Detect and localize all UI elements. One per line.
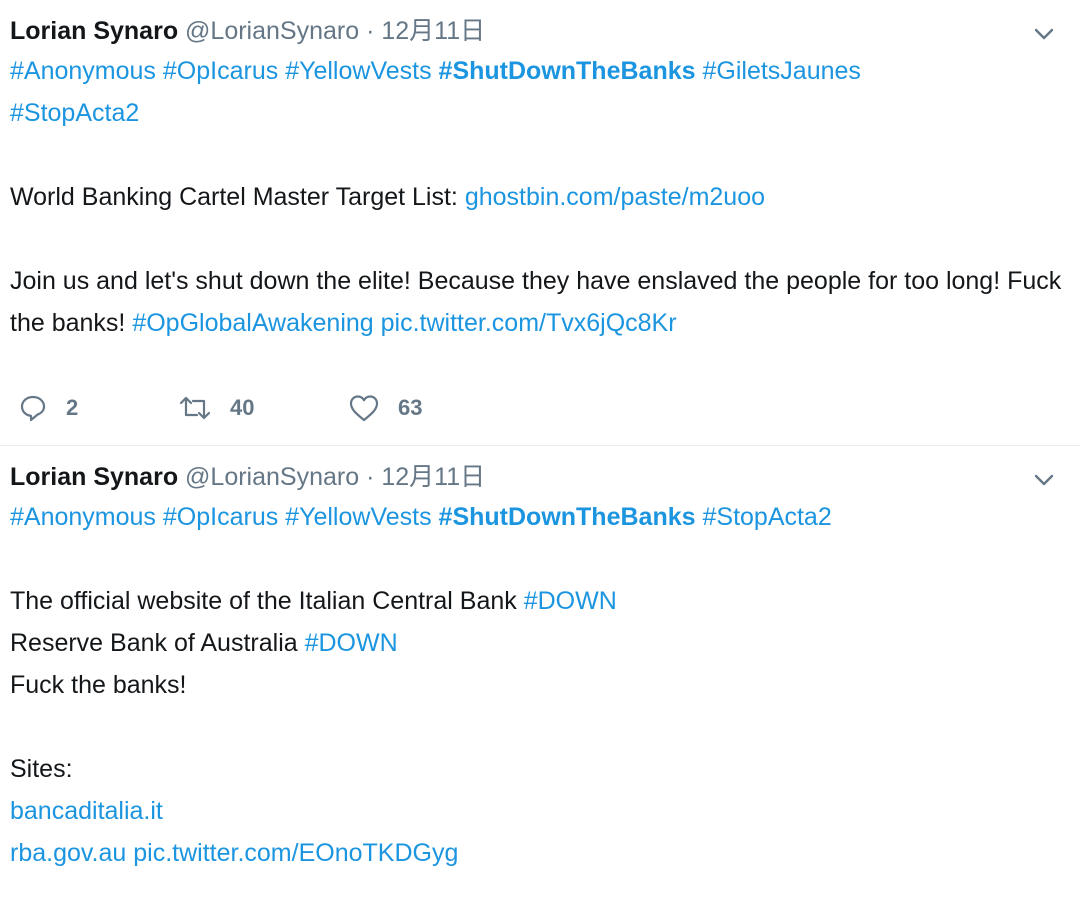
- tweet-text: #Anonymous #OpIcarus #YellowVests #ShutD…: [10, 50, 1070, 344]
- tweet-header: Lorian Synaro @LorianSynaro · 12月11日: [10, 458, 1070, 496]
- hashtag-line: #Anonymous #OpIcarus #YellowVests #ShutD…: [10, 50, 1070, 92]
- author-name[interactable]: Lorian Synaro: [10, 17, 178, 45]
- pic-link[interactable]: pic.twitter.com/EOnoTKDGyg: [133, 839, 458, 867]
- tweet-menu-button[interactable]: [1030, 20, 1058, 48]
- site-link-rba[interactable]: rba.gov.au: [10, 839, 126, 867]
- hashtag-link[interactable]: #StopActa2: [702, 503, 831, 531]
- tweet-text: #Anonymous #OpIcarus #YellowVests #ShutD…: [10, 496, 1070, 874]
- heart-icon: [348, 393, 380, 423]
- tweet-actions: 2 40 63: [18, 388, 508, 428]
- hashtag-line: #Anonymous #OpIcarus #YellowVests #ShutD…: [10, 496, 1070, 538]
- tweet-timestamp[interactable]: 12月11日: [381, 17, 485, 45]
- like-count: 63: [398, 395, 423, 420]
- hashtag-link[interactable]: #YellowVests: [285, 503, 431, 531]
- sites-label: Sites:: [10, 755, 73, 783]
- hashtag-link[interactable]: #DOWN: [305, 629, 398, 657]
- hashtag-link[interactable]: #YellowVests: [285, 57, 431, 85]
- status-text: The official website of the Italian Cent…: [10, 587, 524, 615]
- status-text: Fuck the banks!: [10, 671, 187, 699]
- ghostbin-link[interactable]: ghostbin.com/paste/m2uoo: [465, 183, 765, 211]
- hashtag-line: #StopActa2: [10, 92, 1070, 134]
- retweet-count: 40: [230, 395, 255, 420]
- hashtag-link[interactable]: #Anonymous: [10, 57, 156, 85]
- header-separator: ·: [366, 17, 375, 45]
- hashtag-link[interactable]: #OpIcarus: [163, 503, 278, 531]
- chevron-down-icon: [1030, 466, 1058, 494]
- hashtag-link[interactable]: #Anonymous: [10, 503, 156, 531]
- tweet-menu-button[interactable]: [1030, 466, 1058, 494]
- hashtag-link[interactable]: #ShutDownTheBanks: [439, 57, 696, 85]
- status-text: Reserve Bank of Australia: [10, 629, 305, 657]
- reply-icon: [18, 393, 48, 423]
- tweet: Lorian Synaro @LorianSynaro · 12月11日 #An…: [0, 0, 1080, 446]
- hashtag-link[interactable]: #StopActa2: [10, 99, 139, 127]
- status-line: The official website of the Italian Cent…: [10, 580, 1070, 622]
- site-link-bancaditalia[interactable]: bancaditalia.it: [10, 797, 163, 825]
- status-line: Fuck the banks!: [10, 664, 1070, 706]
- hashtag-link[interactable]: #ShutDownTheBanks: [439, 503, 696, 531]
- header-separator: ·: [366, 463, 375, 491]
- retweet-icon: [178, 393, 212, 423]
- hashtag-link[interactable]: #OpIcarus: [163, 57, 278, 85]
- reply-button[interactable]: 2: [18, 393, 178, 423]
- target-list-line: World Banking Cartel Master Target List:…: [10, 176, 1070, 218]
- tweet: Lorian Synaro @LorianSynaro · 12月11日 #An…: [0, 446, 1080, 912]
- author-handle[interactable]: @LorianSynaro: [185, 463, 359, 491]
- hashtag-link[interactable]: #DOWN: [524, 587, 617, 615]
- site-line: rba.gov.au pic.twitter.com/EOnoTKDGyg: [10, 832, 1070, 874]
- like-button[interactable]: 63: [348, 393, 508, 423]
- author-handle[interactable]: @LorianSynaro: [185, 17, 359, 45]
- chevron-down-icon: [1030, 20, 1058, 48]
- pic-link[interactable]: pic.twitter.com/Tvx6jQc8Kr: [381, 309, 677, 337]
- tweet-timestamp[interactable]: 12月11日: [381, 463, 485, 491]
- hashtag-link[interactable]: #OpGlobalAwakening: [132, 309, 373, 337]
- reply-count: 2: [66, 395, 79, 420]
- target-list-text: World Banking Cartel Master Target List:: [10, 183, 465, 211]
- site-line: bancaditalia.it: [10, 790, 1070, 832]
- tweet-header: Lorian Synaro @LorianSynaro · 12月11日: [10, 12, 1070, 50]
- status-line: Reserve Bank of Australia #DOWN: [10, 622, 1070, 664]
- retweet-button[interactable]: 40: [178, 393, 348, 423]
- author-name[interactable]: Lorian Synaro: [10, 463, 178, 491]
- hashtag-link[interactable]: #GiletsJaunes: [702, 57, 860, 85]
